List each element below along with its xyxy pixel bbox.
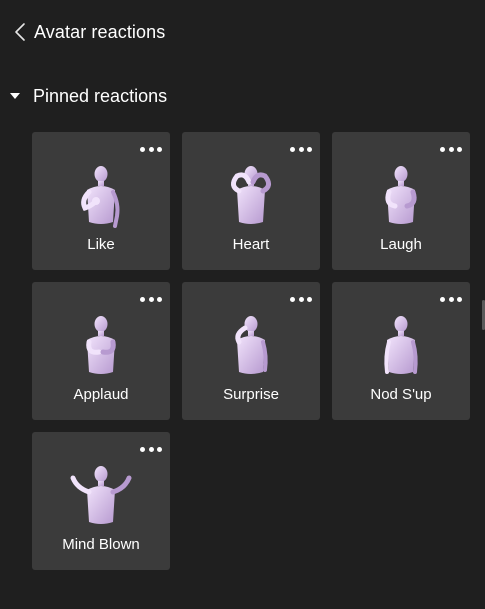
reaction-tile-laugh[interactable]: Laugh	[332, 132, 470, 270]
section-title: Pinned reactions	[33, 85, 168, 106]
more-options-icon[interactable]	[440, 144, 462, 154]
reaction-label: Like	[87, 236, 115, 253]
avatar-heart-figure	[219, 160, 283, 232]
avatar-laugh-figure	[369, 160, 433, 232]
avatar-reactions-panel: Avatar reactions Pinned reactions Like H…	[0, 0, 485, 609]
avatar-applaud-figure	[69, 310, 133, 382]
page-title: Avatar reactions	[34, 21, 166, 42]
reaction-tile-surprise[interactable]: Surprise	[182, 282, 320, 420]
reaction-tile-heart[interactable]: Heart	[182, 132, 320, 270]
avatar-nod-figure	[369, 310, 433, 382]
chevron-left-icon	[10, 18, 30, 46]
reaction-label: Nod S'up	[370, 386, 432, 403]
more-options-icon[interactable]	[140, 144, 162, 154]
reaction-tile-mind-blown[interactable]: Mind Blown	[32, 432, 170, 570]
pinned-reactions-toggle[interactable]: Pinned reactions	[8, 83, 167, 109]
more-options-icon[interactable]	[290, 144, 312, 154]
more-options-icon[interactable]	[440, 294, 462, 304]
reaction-tile-like[interactable]: Like	[32, 132, 170, 270]
avatar-mind-blown-figure	[69, 460, 133, 532]
reaction-label: Mind Blown	[62, 536, 140, 553]
reaction-tile-applaud[interactable]: Applaud	[32, 282, 170, 420]
more-options-icon[interactable]	[290, 294, 312, 304]
more-options-icon[interactable]	[140, 444, 162, 454]
back-button[interactable]: Avatar reactions	[10, 18, 165, 46]
reaction-label: Applaud	[73, 386, 129, 403]
reaction-label: Surprise	[223, 386, 279, 403]
reaction-label: Laugh	[380, 236, 422, 253]
caret-down-icon	[8, 89, 22, 103]
avatar-like-figure	[69, 160, 133, 232]
avatar-surprise-figure	[219, 310, 283, 382]
reaction-label: Heart	[232, 236, 270, 253]
more-options-icon[interactable]	[140, 294, 162, 304]
reaction-tile-nod[interactable]: Nod S'up	[332, 282, 470, 420]
reaction-grid: Like Heart Laugh Applaud Surprise Nod S'…	[32, 132, 470, 570]
